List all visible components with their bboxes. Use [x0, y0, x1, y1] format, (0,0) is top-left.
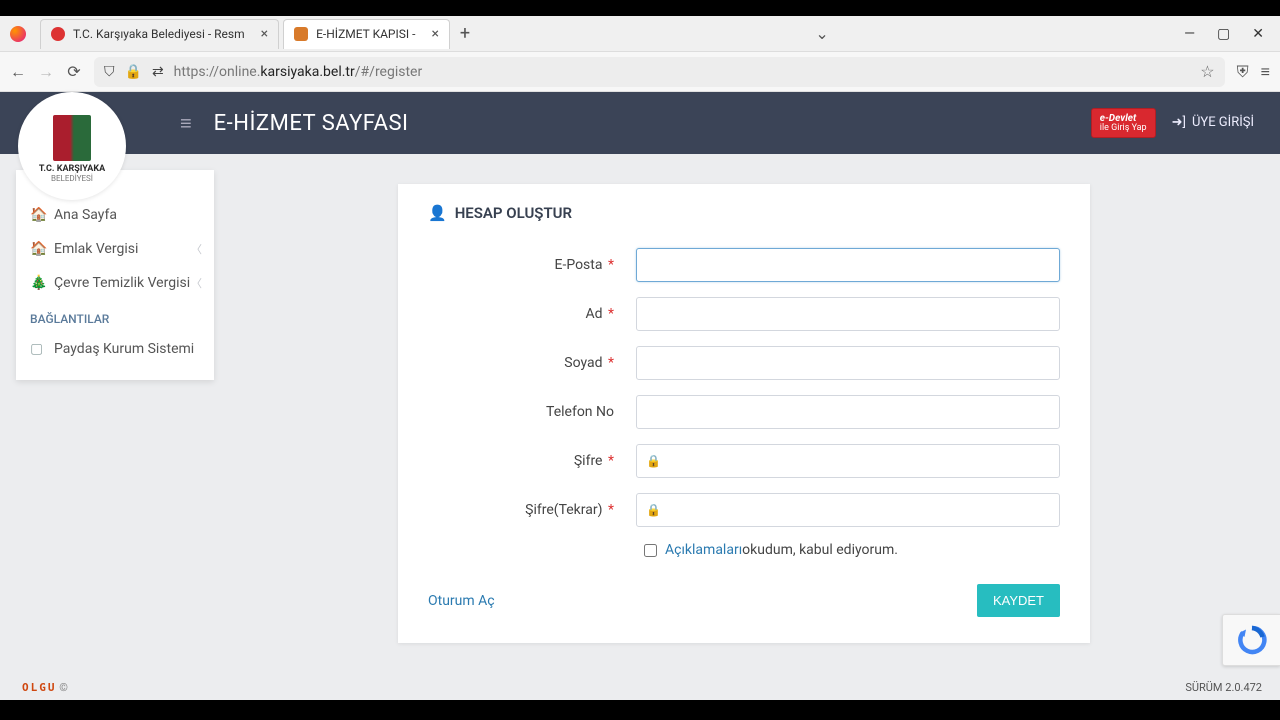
- browser-tab[interactable]: T.C. Karşıyaka Belediyesi - Resm ×: [40, 19, 279, 49]
- sidebar-section-header: BAĞLANTILAR: [16, 300, 214, 332]
- sidebar: 🏠 Ana Sayfa 🏠 Emlak Vergisi 〈 🎄 Çevre Te…: [16, 170, 214, 380]
- back-button[interactable]: ←: [10, 62, 26, 82]
- sidebar-item-label: Ana Sayfa: [54, 207, 117, 223]
- shield-icon[interactable]: ⛉: [104, 64, 115, 80]
- browser-tab-bar: T.C. Karşıyaka Belediyesi - Resm × E-HİZ…: [0, 16, 1280, 52]
- edevlet-login-button[interactable]: e-Devlet ile Giriş Yap: [1091, 108, 1156, 139]
- save-button[interactable]: KAYDET: [977, 584, 1060, 617]
- member-login-button[interactable]: ➜] ÜYE GİRİŞİ: [1172, 115, 1254, 130]
- lock-icon: 🔒: [646, 503, 661, 517]
- sidebar-item-cleaning-tax[interactable]: 🎄 Çevre Temizlik Vergisi 〈: [16, 266, 214, 300]
- reload-button[interactable]: ⟳: [66, 62, 82, 81]
- password-repeat-label: Şifre(Tekrar) *: [428, 502, 636, 518]
- bookmark-icon[interactable]: ☆: [1200, 62, 1214, 81]
- window-minimize-button[interactable]: —: [1184, 26, 1195, 42]
- tab-favicon: [294, 27, 308, 41]
- recaptcha-icon: [1237, 625, 1267, 655]
- app-header: ≡ E-HİZMET SAYFASI e-Devlet ile Giriş Ya…: [0, 92, 1280, 154]
- phone-field[interactable]: [636, 395, 1060, 429]
- login-icon: ➜]: [1172, 115, 1186, 130]
- new-tab-button[interactable]: +: [450, 23, 480, 44]
- page-title: E-HİZMET SAYFASI: [214, 111, 409, 136]
- sidebar-item-label: Çevre Temizlik Vergisi: [54, 275, 190, 291]
- password-repeat-field[interactable]: [636, 493, 1060, 527]
- browser-url-bar: ← → ⟳ ⛉ 🔒 ⇄ https://online.karsiyaka.bel…: [0, 52, 1280, 92]
- name-label: Ad *: [428, 306, 636, 322]
- menu-icon[interactable]: ≡: [1261, 62, 1270, 82]
- permissions-icon[interactable]: ⇄: [152, 64, 164, 80]
- lock-icon: 🔒: [646, 454, 661, 468]
- tab-favicon: [51, 27, 65, 41]
- firefox-icon: [0, 16, 36, 52]
- sidebar-item-stakeholder-system[interactable]: ▢ Paydaş Kurum Sistemi: [16, 332, 214, 366]
- logo-image: [53, 115, 91, 161]
- logo-text: T.C. KARŞIYAKA: [39, 165, 105, 175]
- tab-title: E-HİZMET KAPISI -: [316, 27, 415, 41]
- sidebar-item-label: Paydaş Kurum Sistemi: [54, 341, 194, 357]
- sidebar-item-home[interactable]: 🏠 Ana Sayfa: [16, 198, 214, 232]
- municipality-logo[interactable]: T.C. KARŞIYAKA BELEDİYESİ: [18, 92, 126, 200]
- login-link[interactable]: Oturum Aç: [428, 593, 495, 609]
- url-text: https://online.karsiyaka.bel.tr/#/regist…: [174, 64, 423, 80]
- document-icon: ▢: [30, 341, 46, 357]
- sidebar-item-property-tax[interactable]: 🏠 Emlak Vergisi 〈: [16, 232, 214, 266]
- forward-button[interactable]: →: [38, 62, 54, 82]
- email-label: E-Posta *: [428, 257, 636, 273]
- close-icon[interactable]: ×: [261, 26, 268, 42]
- register-card: 👤 HESAP OLUŞTUR E-Posta * Ad * Soyad * T…: [398, 184, 1090, 643]
- home-icon: 🏠: [30, 241, 46, 257]
- url-input[interactable]: ⛉ 🔒 ⇄ https://online.karsiyaka.bel.tr/#/…: [94, 57, 1225, 87]
- tree-icon: 🎄: [30, 275, 46, 291]
- name-field[interactable]: [636, 297, 1060, 331]
- card-title: HESAP OLUŞTUR: [455, 204, 572, 222]
- hamburger-icon[interactable]: ≡: [180, 111, 192, 136]
- agree-checkbox[interactable]: [644, 544, 657, 557]
- recaptcha-badge[interactable]: [1222, 614, 1280, 666]
- pocket-icon[interactable]: ⛨: [1237, 62, 1249, 82]
- logo-subtext: BELEDİYESİ: [51, 174, 93, 183]
- tabs-dropdown-icon[interactable]: ⌄: [815, 24, 828, 43]
- password-field[interactable]: [636, 444, 1060, 478]
- user-icon: 👤: [428, 204, 447, 222]
- agree-text: okudum, kabul ediyorum.: [742, 542, 898, 558]
- sidebar-item-label: Emlak Vergisi: [54, 241, 138, 257]
- window-close-button[interactable]: ✕: [1252, 26, 1264, 42]
- chevron-left-icon: 〈: [191, 241, 202, 257]
- home-icon: 🏠: [30, 207, 46, 223]
- footer-brand: OLGU ©: [22, 681, 68, 694]
- terms-link[interactable]: Açıklamaları: [665, 542, 742, 558]
- tab-title: T.C. Karşıyaka Belediyesi - Resm: [73, 27, 245, 41]
- lock-icon[interactable]: 🔒: [125, 64, 142, 80]
- email-field[interactable]: [636, 248, 1060, 282]
- password-label: Şifre *: [428, 453, 636, 469]
- close-icon[interactable]: ×: [431, 26, 438, 42]
- chevron-left-icon: 〈: [191, 275, 202, 291]
- surname-label: Soyad *: [428, 355, 636, 371]
- phone-label: Telefon No: [428, 404, 636, 420]
- window-restore-button[interactable]: ▢: [1217, 26, 1230, 42]
- footer-version: SÜRÜM 2.0.472: [1185, 681, 1262, 694]
- browser-tab-active[interactable]: E-HİZMET KAPISI - ×: [283, 19, 450, 49]
- surname-field[interactable]: [636, 346, 1060, 380]
